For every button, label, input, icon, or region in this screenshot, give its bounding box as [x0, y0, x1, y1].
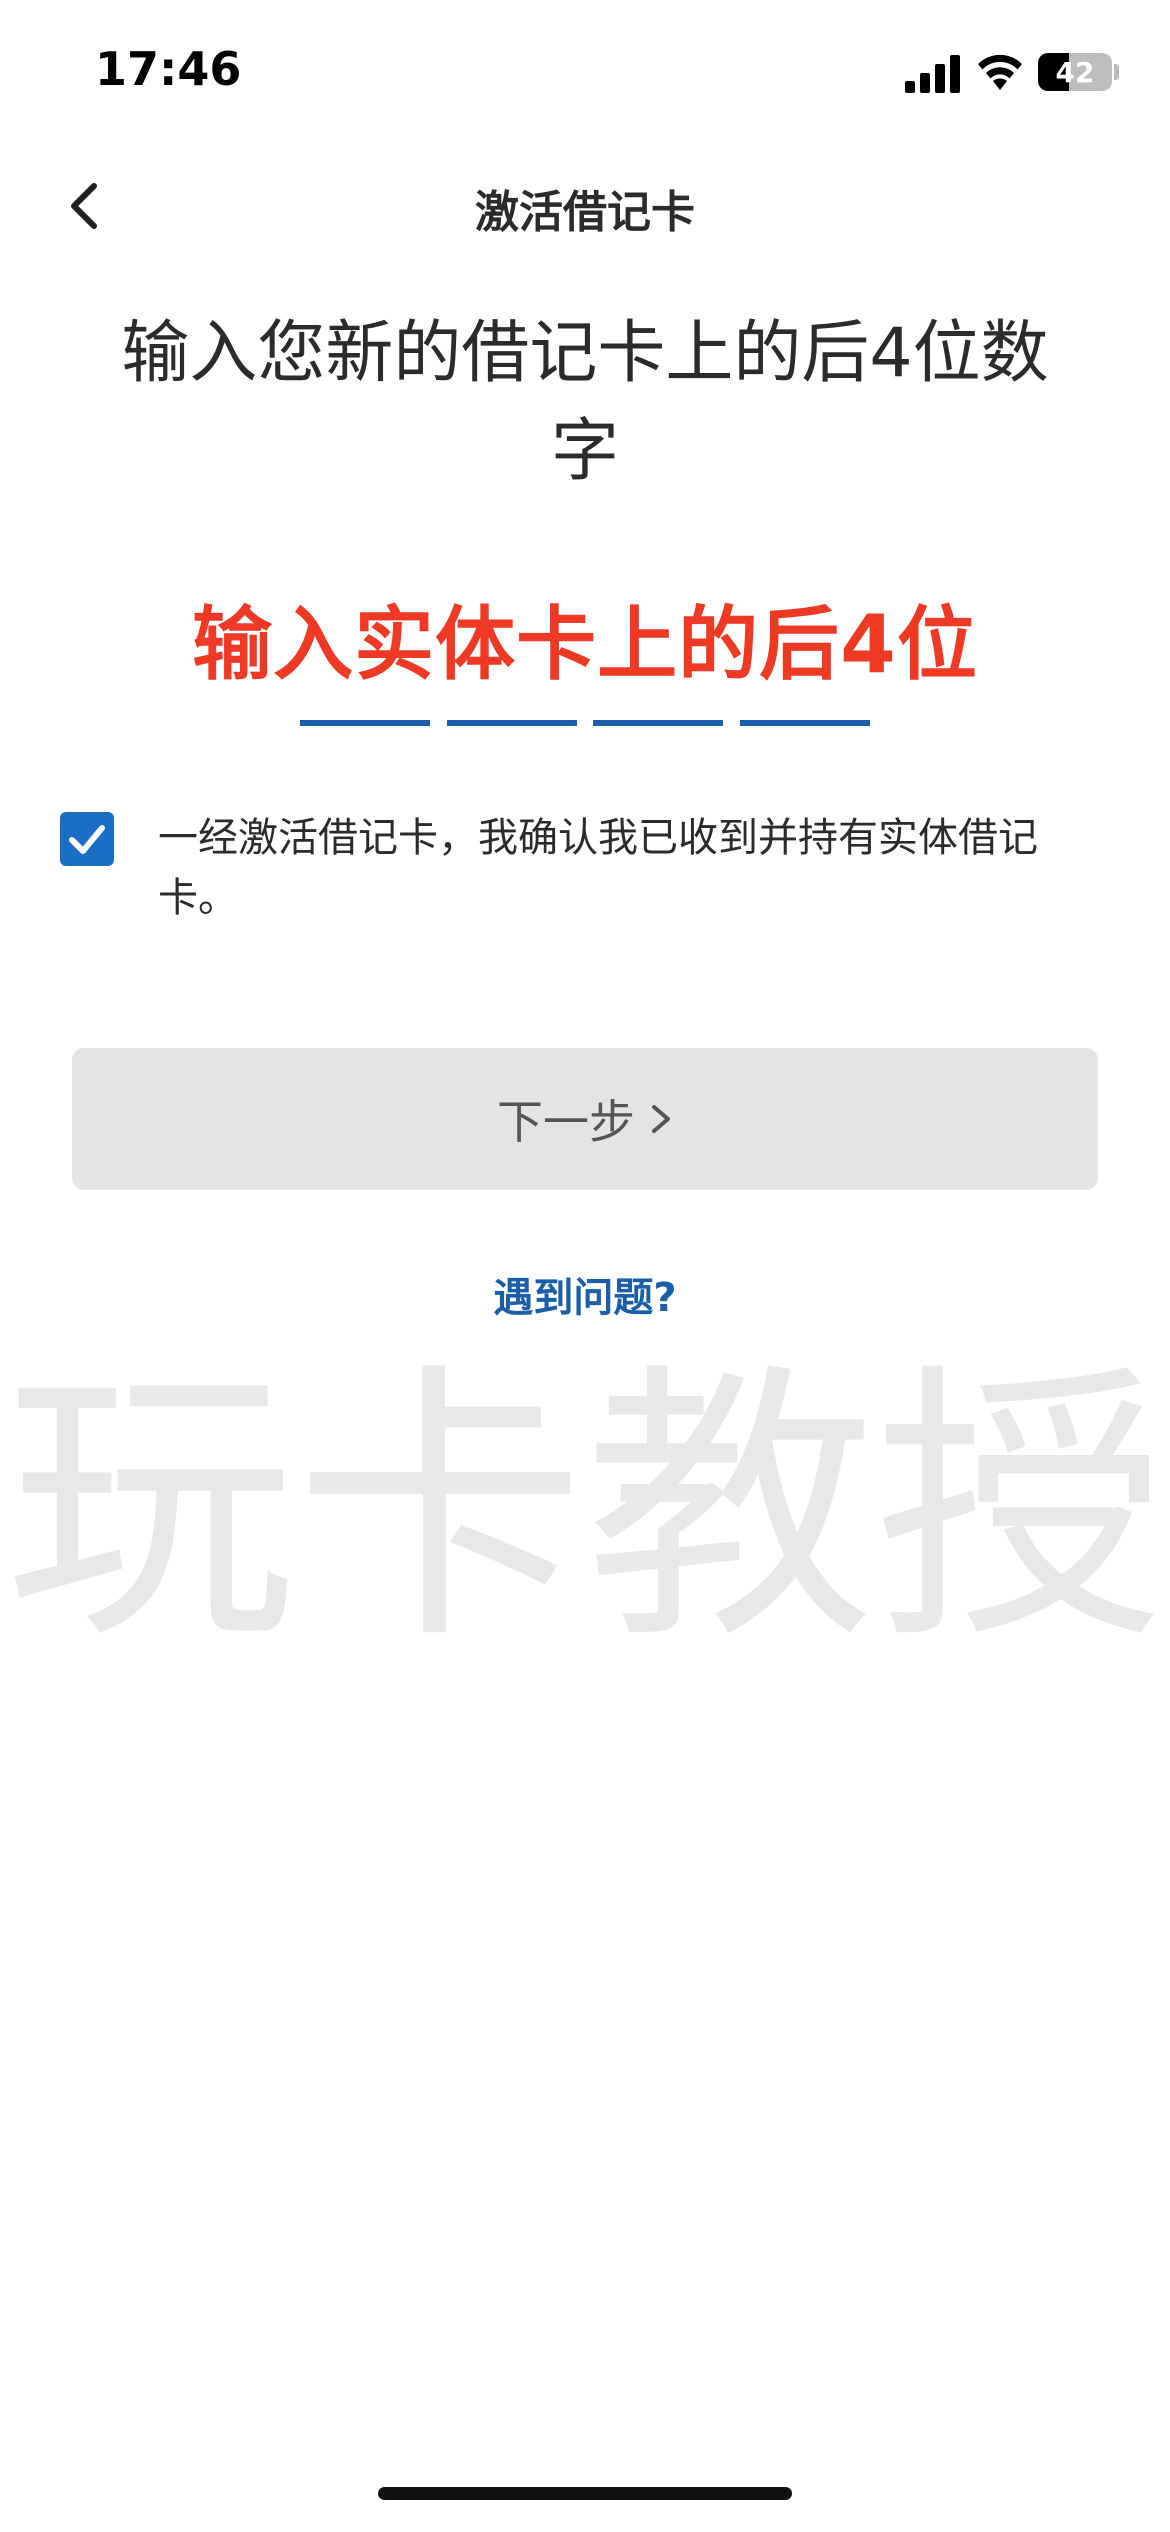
- watermark: 玩卡教授: [5, 1341, 1165, 1678]
- chevron-right-icon: [652, 1105, 670, 1133]
- checkmark-icon: [69, 825, 105, 854]
- digit-input-3[interactable]: [593, 700, 724, 726]
- cellular-signal-icon: [905, 55, 960, 93]
- next-button[interactable]: 下一步: [72, 1048, 1098, 1190]
- digit-input-4[interactable]: [739, 700, 870, 726]
- activate-debit-card-screen: 17:46 42 激活借记卡 输入您新的借记卡上的后4位数字 输入实体卡上的后4…: [0, 0, 1170, 2532]
- next-button-label: 下一步: [497, 1095, 635, 1149]
- battery-level: 42: [1055, 55, 1095, 89]
- consent-text: 一经激活借记卡，我确认我已收到并持有实体借记卡。: [158, 815, 1038, 921]
- consent-checkbox[interactable]: [60, 812, 114, 866]
- annotation-overlay: 输入实体卡上的后4位: [192, 598, 978, 691]
- battery-icon: 42: [1038, 53, 1112, 91]
- wifi-icon: [978, 54, 1022, 90]
- battery-cap: [1114, 64, 1119, 80]
- help-link[interactable]: 遇到问题?: [0, 1265, 1170, 1323]
- page-title: 激活借记卡: [475, 187, 695, 238]
- home-indicator: [378, 2487, 792, 2500]
- instruction-heading: 输入您新的借记卡上的后4位数字: [121, 314, 1049, 491]
- status-time: 17:46: [95, 42, 242, 96]
- status-bar: 17:46 42: [0, 0, 1170, 150]
- digit-input-1[interactable]: [300, 700, 430, 726]
- digit-input-2[interactable]: [446, 700, 577, 726]
- last-four-digits-input: [300, 700, 870, 726]
